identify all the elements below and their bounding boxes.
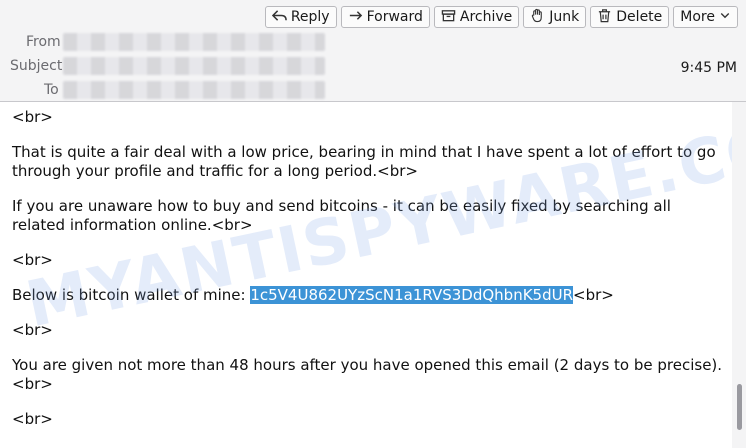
body-paragraph: You are given not more than 48 hours aft… bbox=[12, 356, 723, 393]
body-scrollbar[interactable] bbox=[732, 102, 746, 448]
chevron-down-icon bbox=[719, 9, 731, 25]
archive-button[interactable]: Archive bbox=[433, 6, 520, 28]
archive-icon bbox=[441, 8, 456, 27]
subject-value-redacted bbox=[63, 57, 325, 75]
wallet-line: Below is bitcoin wallet of mine: 1c5V4U8… bbox=[12, 286, 724, 305]
body-line: <br> bbox=[12, 108, 53, 126]
archive-label: Archive bbox=[459, 9, 513, 25]
wallet-suffix: <br> bbox=[573, 286, 614, 304]
message-body: <br> That is quite a fair deal with a lo… bbox=[0, 102, 732, 448]
junk-button[interactable]: Junk bbox=[523, 6, 587, 28]
message-time: 9:45 PM bbox=[680, 60, 737, 76]
subject-label: Subject bbox=[10, 58, 63, 74]
forward-icon bbox=[348, 8, 363, 27]
body-paragraph: That is quite a fair deal with a low pri… bbox=[12, 143, 716, 180]
junk-icon bbox=[530, 8, 545, 27]
reply-icon bbox=[271, 8, 287, 27]
body-line: <br> bbox=[12, 410, 53, 428]
reply-label: Reply bbox=[290, 9, 330, 25]
scrollbar-thumb[interactable] bbox=[737, 384, 742, 430]
forward-label: Forward bbox=[366, 9, 423, 25]
from-label: From bbox=[26, 34, 61, 50]
body-line: <br> bbox=[12, 321, 53, 339]
forward-button[interactable]: Forward bbox=[340, 6, 430, 28]
more-button[interactable]: More bbox=[673, 6, 738, 28]
message-header: Reply Forward Archive Junk Delete More F… bbox=[0, 0, 746, 102]
body-line: <br> bbox=[12, 251, 53, 269]
junk-label: Junk bbox=[549, 9, 580, 25]
more-label: More bbox=[680, 9, 715, 25]
delete-icon bbox=[597, 8, 612, 27]
body-paragraph: If you are unaware how to buy and send b… bbox=[12, 197, 671, 234]
bitcoin-wallet-address[interactable]: 1c5V4U862UYzScN1a1RVS3DdQhbnK5dUR bbox=[250, 286, 574, 304]
to-value-redacted bbox=[63, 81, 325, 99]
delete-button[interactable]: Delete bbox=[590, 6, 670, 28]
delete-label: Delete bbox=[616, 9, 663, 25]
to-label: To bbox=[44, 82, 59, 98]
message-toolbar: Reply Forward Archive Junk Delete More bbox=[264, 6, 738, 28]
from-value-redacted bbox=[63, 33, 325, 51]
wallet-prefix: Below is bitcoin wallet of mine: bbox=[12, 286, 251, 304]
reply-button[interactable]: Reply bbox=[264, 6, 337, 28]
